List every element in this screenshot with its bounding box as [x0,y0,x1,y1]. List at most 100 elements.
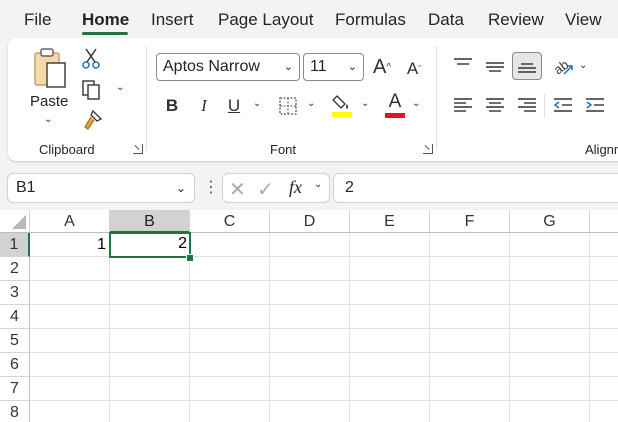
grid-cell[interactable] [510,281,590,305]
grid-cell[interactable] [110,353,190,377]
font-color-chevron-icon[interactable]: ⌄ [412,98,420,109]
grid-cell[interactable] [270,329,350,353]
name-box[interactable]: B1 ⌄ [7,173,195,203]
tab-insert[interactable]: Insert [151,10,194,30]
row-header-3[interactable]: 3 [0,281,30,305]
font-size-chevron-icon[interactable]: ⌄ [348,60,357,73]
grid-cell[interactable] [350,281,430,305]
grid-cell[interactable] [350,377,430,401]
grid-cell[interactable] [190,401,270,422]
clipboard-dialog-launcher-icon[interactable] [133,144,143,154]
align-right-icon[interactable] [516,94,538,116]
fill-handle[interactable] [186,254,194,262]
grid-cell[interactable] [270,377,350,401]
column-header-g[interactable]: G [510,210,590,233]
increase-font-size-icon[interactable]: A ^ [370,54,394,80]
grid-cell[interactable] [430,233,510,257]
grid-cell[interactable] [350,401,430,422]
bottom-align-icon[interactable] [512,52,542,80]
fx-chevron-icon[interactable]: ⌄ [314,179,322,190]
grid-cell[interactable] [590,401,618,422]
grid-cell[interactable] [270,233,350,257]
grid-cell[interactable] [190,257,270,281]
row-header-4[interactable]: 4 [0,305,30,329]
grid-cell[interactable] [270,305,350,329]
align-left-icon[interactable] [452,94,474,116]
grid-cell[interactable] [350,233,430,257]
grid-cell[interactable] [430,377,510,401]
more-options-icon[interactable]: ⋮ [203,177,219,197]
grid-cell[interactable] [30,401,110,422]
cell-a1[interactable]: 1 [30,233,110,257]
grid-cell[interactable] [590,257,618,281]
grid-cell[interactable] [430,281,510,305]
align-center-icon[interactable] [484,94,506,116]
grid-cell[interactable] [270,353,350,377]
grid-cell[interactable] [110,401,190,422]
grid-cell[interactable] [30,329,110,353]
column-header-a[interactable]: A [30,210,110,233]
increase-indent-icon[interactable] [584,94,606,116]
fill-color-icon[interactable] [330,92,356,118]
grid-cell[interactable] [30,377,110,401]
column-header-e[interactable]: E [350,210,430,233]
tab-view[interactable]: View [565,10,602,30]
tab-home[interactable]: Home [82,10,129,30]
tab-review[interactable]: Review [488,10,544,30]
row-header-2[interactable]: 2 [0,257,30,281]
grid-cell[interactable] [270,401,350,422]
orientation-chevron-icon[interactable]: ⌄ [579,60,587,71]
grid-cell[interactable] [110,281,190,305]
grid-cell[interactable] [110,329,190,353]
decrease-indent-icon[interactable] [552,94,574,116]
grid-cell[interactable] [590,233,618,257]
row-header-8[interactable]: 8 [0,401,30,422]
paste-button[interactable]: Paste [30,93,68,110]
grid-cell[interactable] [350,305,430,329]
paste-dropdown-chevron-icon[interactable]: ⌄ [44,114,52,125]
grid-cell[interactable] [30,353,110,377]
grid-cell[interactable] [30,257,110,281]
grid-cell[interactable] [350,257,430,281]
font-size-combobox[interactable]: 11 ⌄ [303,53,364,81]
grid-cell[interactable] [510,257,590,281]
grid-cell[interactable] [110,377,190,401]
column-header-f[interactable]: F [430,210,510,233]
grid-cell[interactable] [190,377,270,401]
column-header-h[interactable] [590,210,618,233]
tab-formulas[interactable]: Formulas [335,10,406,30]
grid-cell[interactable] [190,305,270,329]
fill-color-chevron-icon[interactable]: ⌄ [361,98,369,109]
select-all-button[interactable] [0,210,30,233]
cancel-entry-icon[interactable]: ✕ [229,177,246,202]
grid-cell[interactable] [30,305,110,329]
grid-cell[interactable] [590,305,618,329]
grid-cell[interactable] [590,377,618,401]
italic-button[interactable]: I [194,94,214,118]
grid-cell[interactable] [430,305,510,329]
tab-page-layout[interactable]: Page Layout [218,10,313,30]
row-header-1[interactable]: 1 [0,233,30,257]
format-painter-icon[interactable] [80,108,104,132]
font-name-combobox[interactable]: Aptos Narrow ⌄ [156,53,300,81]
column-header-c[interactable]: C [190,210,270,233]
orientation-icon[interactable]: ab [551,54,575,78]
grid-cell[interactable] [190,281,270,305]
top-align-icon[interactable] [452,54,474,76]
tab-data[interactable]: Data [428,10,464,30]
grid-cell[interactable] [590,281,618,305]
font-dialog-launcher-icon[interactable] [423,144,433,154]
name-box-chevron-icon[interactable]: ⌄ [176,181,186,195]
enter-entry-icon[interactable]: ✓ [257,177,274,202]
column-header-d[interactable]: D [270,210,350,233]
tab-file[interactable]: File [24,10,51,30]
formula-input[interactable]: 2 [333,173,618,203]
insert-function-button[interactable]: fx [289,177,302,198]
paste-icon[interactable] [30,46,70,90]
column-header-b[interactable]: B [110,210,190,233]
grid-cell[interactable] [270,257,350,281]
copy-dropdown-chevron-icon[interactable]: ⌄ [116,82,124,93]
grid-cell[interactable] [190,353,270,377]
row-header-5[interactable]: 5 [0,329,30,353]
grid-cell[interactable] [510,377,590,401]
